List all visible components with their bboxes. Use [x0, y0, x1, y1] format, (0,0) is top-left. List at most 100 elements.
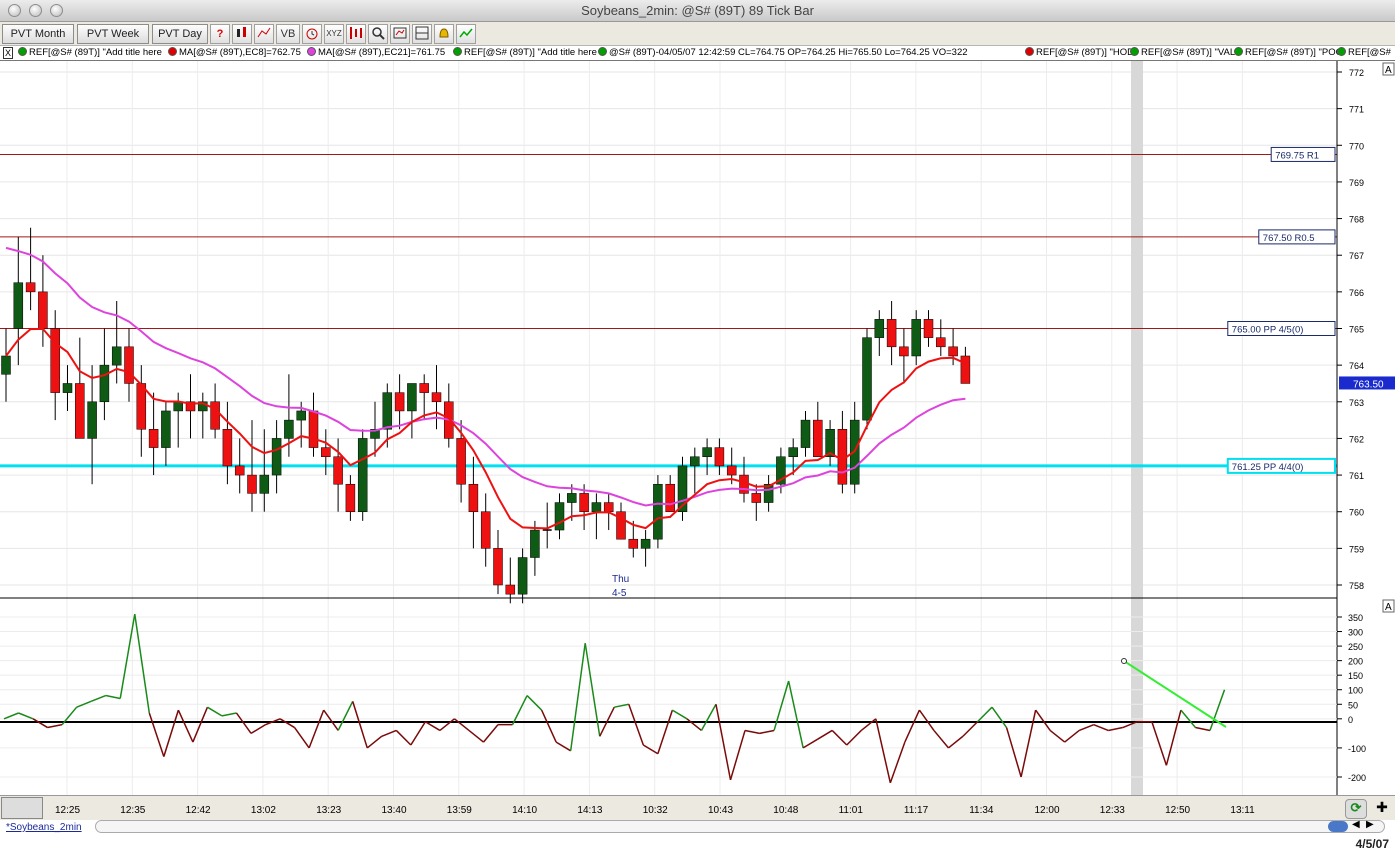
price-tick-label: 766 [1349, 288, 1364, 298]
osc-segment [933, 729, 950, 749]
osc-tick-label: 300 [1348, 628, 1363, 638]
tick-chart-icon[interactable] [456, 24, 476, 44]
osc-segment [453, 718, 470, 732]
candle-body [702, 447, 712, 458]
legend-item[interactable]: REF[@S# [1337, 47, 1391, 58]
time-label: 14:13 [577, 805, 603, 816]
osc-segment [1020, 709, 1037, 778]
candle-body [62, 383, 73, 393]
time-axis-bar: 12:25 12:35 12:42 13:02 13:23 13:40 13:59 14:10… [0, 795, 1395, 820]
candle-body [284, 419, 294, 439]
candlesticks [1, 227, 971, 604]
price-tick-label: 762 [1349, 434, 1364, 444]
osc-segment [628, 704, 645, 746]
scroll-left-icon[interactable]: ◀ [1352, 819, 1360, 830]
candle-body [1, 355, 11, 375]
osc-segment [148, 712, 165, 757]
time-label: 12:42 [185, 805, 211, 816]
trend-line-handle[interactable] [1121, 658, 1127, 664]
osc-segment [308, 709, 325, 749]
osc-segment [192, 706, 209, 743]
horizontal-scrollbar[interactable]: ◀ ▶ [95, 819, 1385, 833]
alarm-clock-icon[interactable] [302, 24, 322, 44]
time-label: 12:50 [1165, 805, 1191, 816]
time-label: 11:01 [838, 805, 863, 816]
legend-item[interactable]: REF[@S# (89T)] "VAL [1130, 47, 1235, 58]
red-dot-icon [1025, 47, 1034, 56]
osc-segment [817, 729, 833, 740]
osc-segment [1005, 727, 1022, 778]
layout-icon[interactable] [412, 24, 432, 44]
candle-body [862, 337, 872, 421]
candle-body [136, 383, 147, 430]
candle-body [38, 291, 48, 329]
pvt-day-button[interactable]: PVT Day [152, 24, 208, 44]
legend-item[interactable]: REF[@S# (89T)] "Add title here [453, 47, 597, 58]
candle-body [210, 401, 220, 430]
legend-item[interactable]: REF[@S# (89T)] "HOD [1025, 47, 1134, 58]
close-legend-icon[interactable]: X [3, 47, 13, 59]
osc-segment [439, 718, 455, 732]
candle-body [247, 474, 257, 494]
candle-body [800, 419, 811, 448]
candle-body [936, 337, 946, 348]
osc-tick-label: -200 [1348, 773, 1366, 783]
candle-body [579, 493, 589, 512]
osc-segment [105, 694, 121, 700]
refresh-icon[interactable]: ⟳ [1345, 799, 1367, 819]
price-tick-label: 758 [1349, 581, 1364, 591]
chart-area[interactable]: 769.75 R1 767.50 R0.5 765.00 PP 4/5(0) 761.… [0, 61, 1395, 795]
help-icon[interactable]: ? [210, 24, 230, 44]
chart-settings-icon[interactable] [390, 24, 410, 44]
legend-item[interactable]: MA[@S# (89T),EC21]=761.75 [307, 47, 445, 58]
osc-segment [540, 709, 557, 743]
pvt-week-button[interactable]: PVT Week [77, 24, 149, 44]
osc-segment [323, 709, 339, 731]
osc-segment [904, 709, 921, 743]
osc-segment [976, 706, 993, 723]
osc-segment [875, 718, 892, 783]
candle-body [99, 364, 110, 403]
chart-tab[interactable]: *Soybeans_2min [6, 822, 82, 833]
bell-icon[interactable] [434, 24, 454, 44]
candle-body [923, 319, 934, 338]
osc-segment [918, 709, 935, 731]
scroll-right-icon[interactable]: ▶ [1366, 819, 1374, 830]
osc-segment [1078, 723, 1095, 732]
candle-body [259, 474, 270, 494]
pvt-month-button[interactable]: PVT Month [2, 24, 74, 44]
osc-segment [947, 735, 964, 749]
xyz-icon[interactable]: XYZ [324, 24, 344, 44]
green-dot-icon [1337, 47, 1346, 56]
magnifier-icon[interactable] [368, 24, 388, 44]
time-label: 10:43 [708, 805, 734, 816]
osc-segment [773, 680, 790, 731]
vb-button[interactable]: VB [276, 24, 300, 44]
candle-chart-icon[interactable] [232, 24, 252, 44]
legend-item[interactable]: REF[@S# (89T)] "Add title here [18, 47, 162, 58]
candle-body [394, 392, 405, 412]
bar-chart-icon[interactable] [254, 24, 274, 44]
legend-item[interactable]: @S# (89T)-04/05/07 12:42:59 CL=764.75 OP… [598, 47, 968, 58]
indicator-legend-bar: X REF[@S# (89T)] "Add title here MA[@S# … [0, 46, 1395, 61]
legend-item[interactable]: MA[@S# (89T),EC8]=762.75 [168, 47, 301, 58]
legend-item[interactable]: REF[@S# (89T)] "POC [1234, 47, 1342, 58]
scroll-box[interactable] [1, 797, 43, 819]
level-label: 761.25 PP 4/4(0) [1232, 462, 1304, 473]
osc-segment [555, 741, 572, 752]
candle-body [911, 319, 921, 357]
candle-body [161, 410, 171, 448]
crosshair-icon[interactable]: ✚ [1372, 799, 1392, 819]
osc-segment [177, 709, 194, 743]
osc-segment [1049, 729, 1066, 743]
candle-body [665, 483, 675, 512]
cursor-bar-highlight [1131, 61, 1143, 795]
time-label: 13:59 [446, 805, 472, 816]
price-tick-label: 759 [1349, 544, 1364, 554]
price-tick-label: 768 [1349, 215, 1364, 225]
osc-segment [337, 701, 354, 731]
time-label: 11:34 [969, 805, 994, 816]
scroll-thumb[interactable] [1328, 821, 1348, 832]
green-dot-icon [18, 47, 27, 56]
indicator-icon[interactable] [346, 24, 366, 44]
